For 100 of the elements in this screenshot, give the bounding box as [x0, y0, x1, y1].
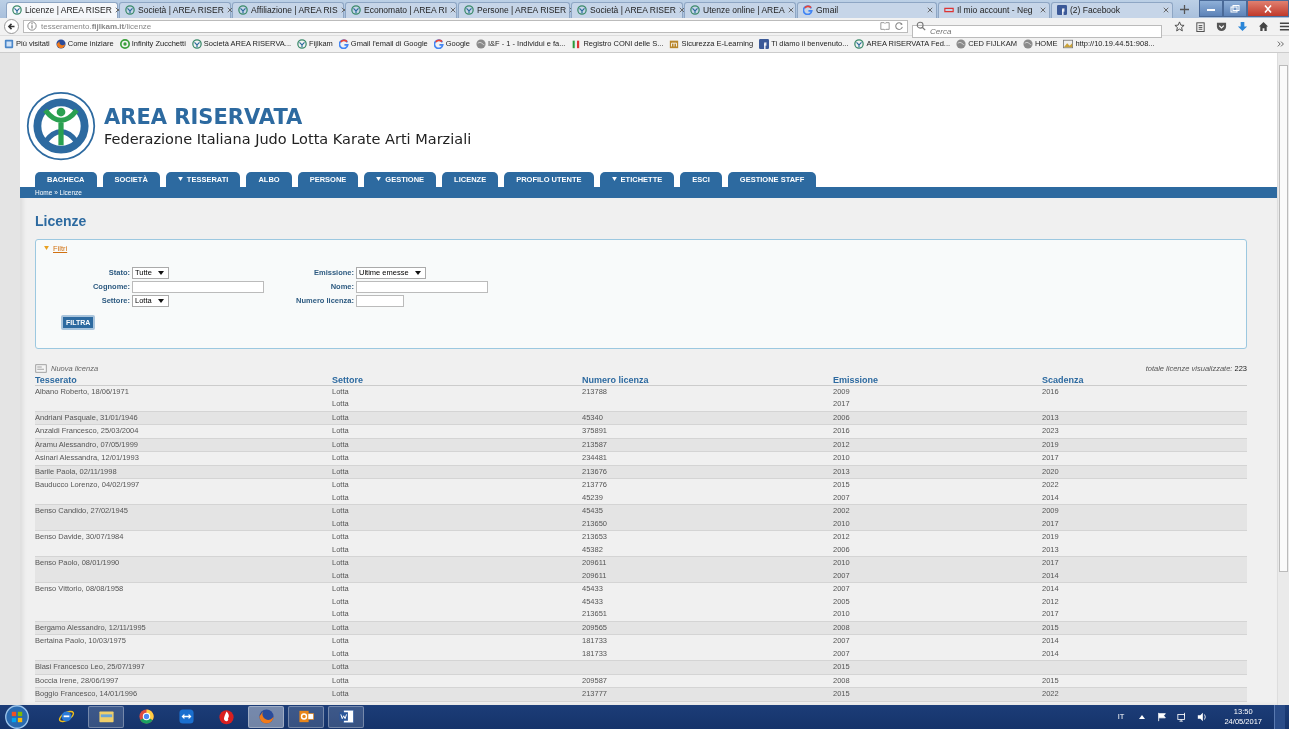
emblem-icon	[297, 38, 308, 49]
emblem-icon	[125, 5, 135, 16]
f-logo-icon	[1057, 5, 1067, 16]
scroll-thumb[interactable]	[1279, 64, 1288, 572]
back-button[interactable]	[4, 18, 19, 34]
multicolor-ring-icon	[338, 38, 349, 49]
back-arrow-icon	[7, 21, 16, 31]
flag-icon[interactable]	[1157, 712, 1168, 722]
info-icon	[27, 21, 37, 32]
swirl-icon	[119, 38, 130, 49]
text-field[interactable]	[132, 280, 264, 293]
browser-tab[interactable]: Licenze | AREA RISER	[6, 1, 118, 18]
tab-title: Persone | AREA RISER	[477, 5, 567, 16]
scrollbar[interactable]	[1277, 52, 1289, 705]
color-wheel-icon	[137, 708, 155, 726]
chevron-icon[interactable]	[1277, 39, 1285, 48]
column-header[interactable]: Numero licenza	[582, 374, 833, 385]
close-icon	[1263, 4, 1273, 13]
globe-icon	[956, 38, 967, 49]
tab-title: (2) Facebook	[1070, 5, 1122, 16]
start-orb-icon[interactable]	[4, 704, 30, 729]
fox-globe-icon	[257, 708, 275, 726]
speaker-icon[interactable]	[1197, 712, 1208, 722]
browser-tab[interactable]: Affiliazione | AREA RIS	[232, 1, 344, 18]
taskbar-app-button[interactable]	[88, 706, 124, 728]
dropdown-triangle-icon	[376, 177, 382, 182]
column-header[interactable]: Scadenza	[1042, 374, 1247, 385]
tab-title: Affiliazione | AREA RIS	[251, 5, 338, 16]
search-icon	[916, 21, 926, 32]
flag-icon	[571, 38, 582, 49]
browser-tab[interactable]: Il mio account - Neg	[938, 1, 1050, 18]
emblem-icon	[351, 5, 361, 16]
emblem-icon	[690, 5, 700, 16]
network-icon[interactable]	[1177, 712, 1188, 722]
picture-icon	[1063, 38, 1074, 49]
close-icon[interactable]	[1163, 7, 1169, 14]
menu-icon[interactable]	[1279, 20, 1289, 32]
emblem-icon	[854, 38, 865, 49]
f-logo-icon	[759, 38, 770, 49]
close-window-button[interactable]	[1247, 0, 1289, 17]
column-header[interactable]: Settore	[332, 374, 582, 385]
dropdown-arrow-icon	[157, 270, 164, 275]
browser-tab[interactable]: Società | AREA RISER	[119, 1, 231, 18]
close-icon[interactable]	[1040, 7, 1046, 14]
tab-title: Utenze online | AREA	[703, 5, 785, 16]
browser-tab[interactable]: Società | AREA RISER	[571, 1, 683, 18]
taskbar-app-button[interactable]	[328, 706, 364, 728]
form-icon	[35, 363, 47, 373]
tab-title: Il mio account - Neg	[957, 5, 1034, 16]
restore-icon	[1230, 4, 1240, 13]
tab-title: Gmail	[816, 5, 840, 16]
url-text: tesseramento.fijlkam.it/licenze	[41, 21, 152, 31]
browser-tab[interactable]: Utenze online | AREA	[684, 1, 796, 18]
home-icon[interactable]	[1258, 20, 1269, 32]
tab-title: Società | AREA RISER	[138, 5, 224, 16]
tab-title: Società | AREA RISER	[590, 5, 676, 16]
taskbar-app-button[interactable]	[288, 706, 324, 728]
dropdown-arrow-icon	[157, 298, 164, 303]
square-logo-icon	[669, 38, 680, 49]
text-field[interactable]	[356, 294, 404, 307]
multicolor-ring-icon	[803, 5, 813, 16]
minimize-button[interactable]	[1199, 0, 1223, 17]
flame-icon	[217, 708, 235, 726]
tab-title: Licenze | AREA RISER	[25, 5, 112, 16]
globe-icon	[475, 38, 486, 49]
site-title: AREA RISERVATA	[104, 104, 304, 129]
tab-title: Economato | AREA RI	[364, 5, 447, 16]
close-icon[interactable]	[450, 7, 456, 14]
browser-tab[interactable]: Economato | AREA RI	[345, 1, 457, 18]
column-header[interactable]: Emissione	[833, 374, 1042, 385]
globe-icon	[1022, 38, 1033, 49]
download-icon[interactable]	[1237, 20, 1248, 32]
text-field[interactable]	[356, 280, 488, 293]
column-header[interactable]: Tesserato	[35, 374, 332, 385]
search-field[interactable]: Cerca	[912, 24, 1162, 38]
address-field[interactable]: tesseramento.fijlkam.it/licenze	[23, 19, 908, 33]
star-icon[interactable]	[1174, 20, 1185, 32]
dropdown-arrow-icon	[414, 270, 421, 275]
browser-tab[interactable]: (2) Facebook	[1051, 1, 1173, 18]
dropdown-triangle-icon	[611, 177, 617, 182]
triangle-icon	[44, 246, 49, 251]
emblem-icon	[238, 5, 248, 16]
fox-globe-icon	[55, 38, 66, 49]
document-app-icon	[337, 708, 355, 726]
close-icon[interactable]	[927, 7, 933, 14]
clipboard-icon[interactable]	[1195, 20, 1206, 32]
restore-button[interactable]	[1223, 0, 1247, 17]
close-icon[interactable]	[787, 7, 794, 14]
page-icon	[4, 38, 14, 49]
multicolor-ring-icon	[433, 38, 444, 49]
emblem-icon	[464, 5, 474, 16]
browser-tab[interactable]: Persone | AREA RISER	[458, 1, 570, 18]
emblem-icon	[191, 38, 202, 49]
new-tab-icon[interactable]	[1180, 4, 1189, 14]
browser-tab[interactable]: Gmail	[797, 1, 937, 18]
emblem-icon	[12, 5, 22, 16]
pocket-icon[interactable]	[1216, 20, 1227, 32]
reload-icon[interactable]	[894, 21, 904, 32]
circular-emblem-drawing	[26, 90, 96, 161]
dropdown-triangle-icon	[177, 177, 183, 182]
